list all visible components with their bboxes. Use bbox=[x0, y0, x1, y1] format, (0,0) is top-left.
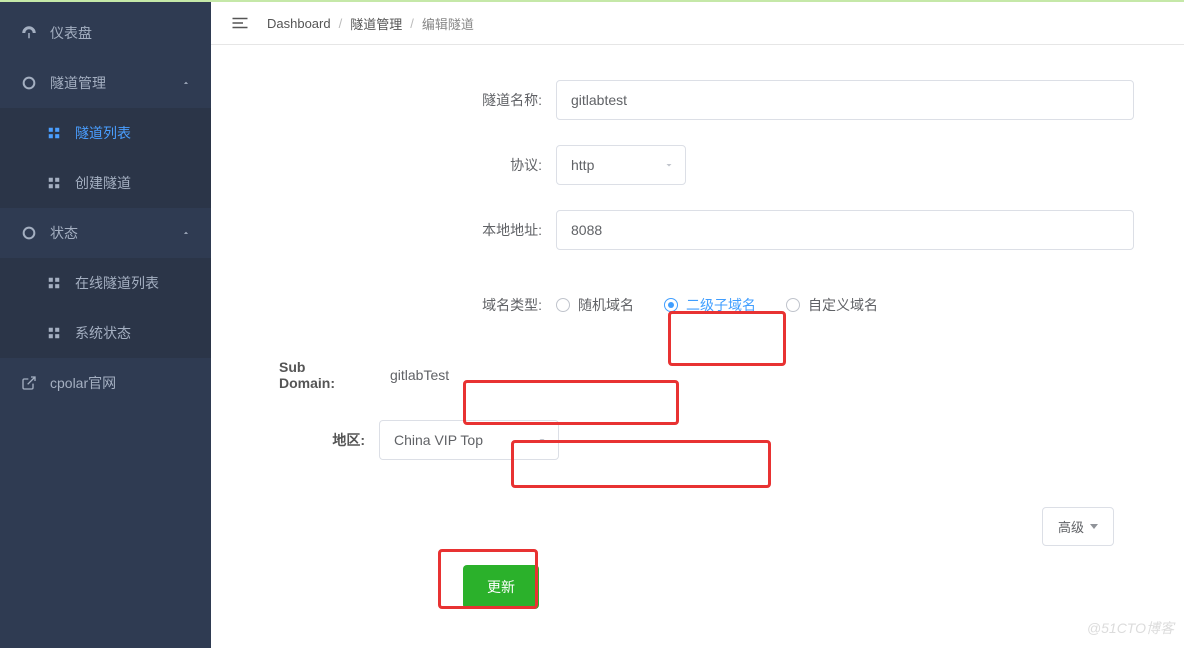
grid-icon bbox=[45, 124, 63, 142]
sidebar-item-create-tunnel[interactable]: 创建隧道 bbox=[0, 158, 211, 208]
region-select[interactable]: China VIP Top bbox=[379, 420, 559, 460]
row-domain-type: 域名类型: 随机域名 二级子域名 自定义域名 bbox=[221, 285, 1174, 325]
sidebar-item-tunnel-mgmt[interactable]: 隧道管理 bbox=[0, 58, 211, 108]
grid-icon bbox=[45, 274, 63, 292]
watermark: @51CTO博客 bbox=[1087, 618, 1174, 638]
radio-label: 随机域名 bbox=[578, 295, 634, 315]
sidebar-item-label: 系统状态 bbox=[75, 323, 131, 343]
dashboard-icon bbox=[20, 24, 38, 42]
row-protocol: 协议: http bbox=[221, 145, 1174, 185]
external-link-icon bbox=[20, 374, 38, 392]
local-addr-input[interactable] bbox=[556, 210, 1134, 250]
row-region: 地区: China VIP Top bbox=[221, 420, 1174, 460]
tunnel-name-input[interactable] bbox=[556, 80, 1134, 120]
sidebar-item-label: 隧道列表 bbox=[75, 123, 131, 143]
grid-icon bbox=[45, 324, 63, 342]
sidebar-item-label: cpolar官网 bbox=[50, 373, 191, 393]
sub-domain-input[interactable] bbox=[370, 355, 585, 395]
label-local-addr: 本地地址: bbox=[221, 220, 556, 240]
chevron-down-icon bbox=[536, 434, 548, 446]
protocol-select[interactable]: http bbox=[556, 145, 686, 185]
protocol-value: http bbox=[571, 157, 594, 173]
row-tunnel-name: 隧道名称: bbox=[221, 80, 1174, 120]
breadcrumb-separator: / bbox=[339, 16, 343, 31]
radio-circle-icon bbox=[786, 298, 800, 312]
sidebar-item-system-status[interactable]: 系统状态 bbox=[0, 308, 211, 358]
sidebar-item-label: 创建隧道 bbox=[75, 173, 131, 193]
sidebar-item-label: 仪表盘 bbox=[50, 23, 191, 43]
chevron-up-icon bbox=[181, 78, 191, 88]
chevron-up-icon bbox=[181, 228, 191, 238]
row-local-addr: 本地地址: bbox=[221, 210, 1174, 250]
sidebar-item-online-tunnels[interactable]: 在线隧道列表 bbox=[0, 258, 211, 308]
sidebar-item-dashboard[interactable]: 仪表盘 bbox=[0, 8, 211, 58]
form-content: 隧道名称: 协议: http 本地地址: bbox=[211, 45, 1184, 648]
sidebar: 仪表盘 隧道管理 隧道列表 创建隧道 状态 bbox=[0, 0, 211, 648]
radio-circle-icon bbox=[664, 298, 678, 312]
radio-circle-icon bbox=[556, 298, 570, 312]
radio-random-domain[interactable]: 随机域名 bbox=[556, 295, 634, 315]
label-protocol: 协议: bbox=[221, 155, 556, 175]
radio-sub-domain[interactable]: 二级子域名 bbox=[664, 295, 756, 315]
menu-toggle-icon[interactable] bbox=[231, 14, 249, 32]
grid-icon bbox=[45, 174, 63, 192]
ring-icon bbox=[20, 74, 38, 92]
topbar: Dashboard / 隧道管理 / 编辑隧道 bbox=[211, 0, 1184, 45]
submit-button[interactable]: 更新 bbox=[463, 565, 539, 609]
sidebar-item-tunnel-list[interactable]: 隧道列表 bbox=[0, 108, 211, 158]
advanced-button[interactable]: 高级 bbox=[1042, 507, 1114, 546]
sidebar-item-label: 隧道管理 bbox=[50, 73, 181, 93]
breadcrumb: Dashboard / 隧道管理 / 编辑隧道 bbox=[267, 14, 474, 33]
domain-type-radio-group: 随机域名 二级子域名 自定义域名 bbox=[556, 285, 1174, 325]
radio-custom-domain[interactable]: 自定义域名 bbox=[786, 295, 878, 315]
breadcrumb-current: 编辑隧道 bbox=[422, 14, 474, 33]
label-sub-domain: Sub Domain: bbox=[221, 359, 370, 391]
label-region: 地区: bbox=[221, 430, 379, 450]
sidebar-item-status[interactable]: 状态 bbox=[0, 208, 211, 258]
sidebar-item-label: 状态 bbox=[50, 223, 181, 243]
triangle-down-icon bbox=[1090, 524, 1098, 529]
breadcrumb-root[interactable]: Dashboard bbox=[267, 16, 331, 31]
advanced-label: 高级 bbox=[1058, 517, 1084, 536]
label-tunnel-name: 隧道名称: bbox=[221, 90, 556, 110]
main-content: Dashboard / 隧道管理 / 编辑隧道 隧道名称: 协议: http bbox=[211, 0, 1184, 648]
breadcrumb-separator: / bbox=[410, 16, 414, 31]
sidebar-item-cpolar-site[interactable]: cpolar官网 bbox=[0, 358, 211, 408]
breadcrumb-mid[interactable]: 隧道管理 bbox=[350, 14, 402, 33]
row-sub-domain: Sub Domain: bbox=[221, 355, 1174, 395]
label-domain-type: 域名类型: bbox=[221, 295, 556, 315]
ring-icon bbox=[20, 224, 38, 242]
region-value: China VIP Top bbox=[394, 432, 483, 448]
radio-label: 二级子域名 bbox=[686, 295, 756, 315]
radio-label: 自定义域名 bbox=[808, 295, 878, 315]
chevron-down-icon bbox=[663, 159, 675, 171]
sidebar-item-label: 在线隧道列表 bbox=[75, 273, 159, 293]
